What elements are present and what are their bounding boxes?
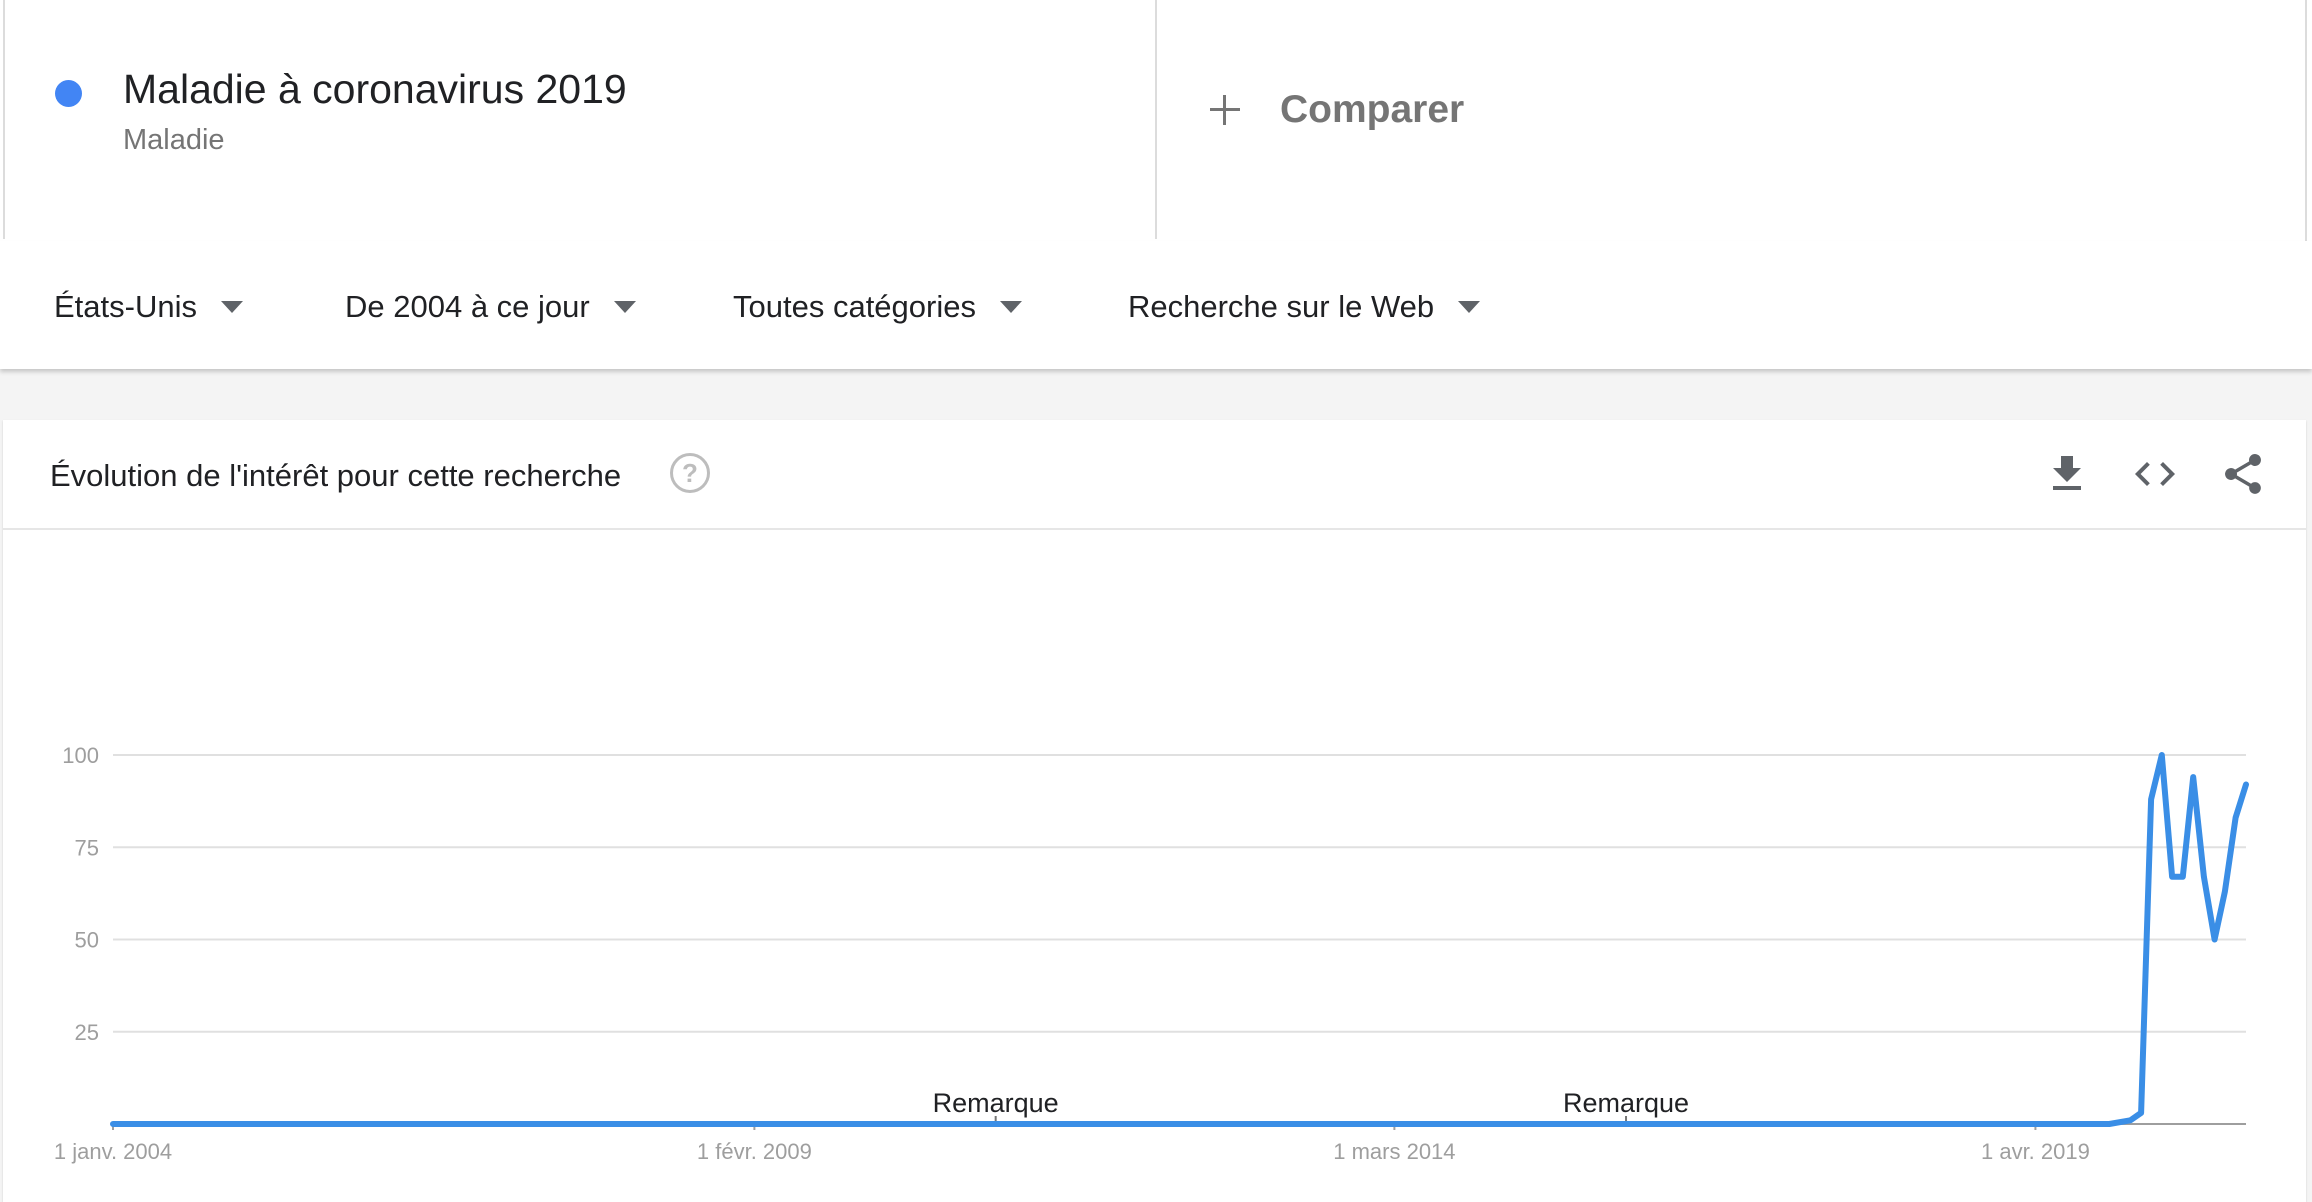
term-name: Maladie à coronavirus 2019 bbox=[123, 66, 627, 112]
help-icon[interactable]: ? bbox=[670, 453, 710, 493]
x-tick-label: 1 janv. 2004 bbox=[54, 1139, 172, 1164]
card-header: Évolution de l'intérêt pour cette recher… bbox=[3, 420, 2306, 530]
term-type: Maladie bbox=[123, 124, 225, 156]
filter-time-range[interactable]: De 2004 à ce jour bbox=[345, 289, 636, 325]
filter-region[interactable]: États-Unis bbox=[54, 289, 243, 325]
plus-icon bbox=[1210, 95, 1240, 125]
compare-button[interactable]: Comparer bbox=[1210, 88, 1464, 132]
download-icon[interactable] bbox=[2043, 450, 2091, 498]
filter-time-range-label: De 2004 à ce jour bbox=[345, 289, 590, 324]
interest-chart: 25 50 75 100 1 janv. 2004 1 févr. 2009 1 mars… bbox=[54, 743, 2249, 1164]
dropdown-arrow-icon bbox=[999, 301, 1022, 313]
y-tick-label: 100 bbox=[62, 743, 99, 768]
interest-over-time-card: Évolution de l'intérêt pour cette recher… bbox=[3, 420, 2306, 1202]
search-term-card[interactable]: Maladie à coronavirus 2019 Maladie bbox=[3, 0, 1157, 239]
filter-category[interactable]: Toutes catégories bbox=[733, 289, 1022, 325]
share-icon[interactable] bbox=[2219, 450, 2267, 498]
chart-note-label[interactable]: Remarque bbox=[1563, 1088, 1689, 1118]
term-color-dot bbox=[55, 80, 82, 107]
dropdown-arrow-icon bbox=[1458, 301, 1481, 313]
dropdown-arrow-icon bbox=[613, 301, 636, 313]
filter-bar: États-Unis De 2004 à ce jour Toutes caté… bbox=[0, 241, 2312, 369]
filter-search-type-label: Recherche sur le Web bbox=[1128, 289, 1435, 324]
card-title: Évolution de l'intérêt pour cette recher… bbox=[50, 458, 622, 493]
search-term-bar: Maladie à coronavirus 2019 Maladie Compa… bbox=[0, 0, 2312, 243]
y-tick-label: 75 bbox=[75, 835, 99, 860]
x-tick-label: 1 avr. 2019 bbox=[1981, 1139, 2090, 1164]
compare-label: Comparer bbox=[1280, 88, 1465, 131]
x-tick-label: 1 mars 2014 bbox=[1333, 1139, 1455, 1164]
x-tick-label: 1 févr. 2009 bbox=[697, 1139, 812, 1164]
dropdown-arrow-icon bbox=[220, 301, 243, 313]
y-tick-label: 50 bbox=[75, 928, 99, 953]
chart-note-label[interactable]: Remarque bbox=[933, 1088, 1059, 1118]
filter-search-type[interactable]: Recherche sur le Web bbox=[1128, 289, 1481, 325]
embed-code-icon[interactable] bbox=[2131, 450, 2179, 498]
filter-region-label: États-Unis bbox=[54, 289, 197, 324]
divider bbox=[2305, 0, 2307, 241]
y-tick-label: 25 bbox=[75, 1020, 99, 1045]
filter-category-label: Toutes catégories bbox=[733, 289, 976, 324]
